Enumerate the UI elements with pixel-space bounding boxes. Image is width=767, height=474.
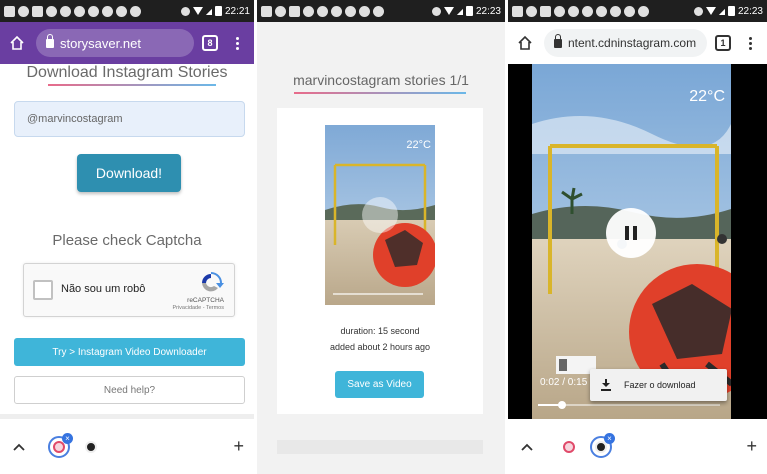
tab-thumb-instagram[interactable] [80, 436, 102, 458]
captcha-label: Não sou um robô [61, 283, 146, 295]
download-button[interactable]: Download! [77, 154, 181, 192]
video-player[interactable]: 22°C 0:02 / 0:15 Fazer o download [508, 64, 767, 420]
tab-switcher-button[interactable]: 1 [715, 35, 731, 51]
wifi-icon [192, 7, 203, 15]
address-bar[interactable]: ntent.cdninstagram.com [544, 29, 707, 57]
tab-thumb-storysaver[interactable]: × [48, 432, 73, 458]
username-input[interactable]: @marvincostagram [14, 101, 245, 137]
captcha-privacy-links[interactable]: Privacidade - Termos [172, 305, 224, 311]
notification-icons [261, 5, 432, 17]
next-card-edge [277, 440, 483, 454]
menu-icon[interactable] [739, 32, 761, 54]
chevron-up-icon[interactable] [10, 438, 28, 456]
status-time: 22:23 [475, 5, 501, 17]
lock-icon [46, 33, 54, 48]
save-as-video-button[interactable]: Save as Video [335, 371, 424, 398]
video-frame: 22°C 0:02 / 0:15 [532, 64, 731, 420]
browser-toolbar: ntent.cdninstagram.com 1 [508, 22, 767, 64]
home-icon[interactable] [6, 32, 28, 54]
tab-switcher-button[interactable]: 8 [202, 35, 218, 51]
tab-thumb-instagram[interactable]: × [590, 432, 615, 458]
circle-status-icon [180, 6, 190, 16]
stories-title: marvincostagram stories 1/1 [293, 72, 469, 88]
wifi-icon [443, 7, 454, 15]
story-thumbnail[interactable]: 22°C [325, 125, 435, 305]
download-icon [600, 379, 612, 391]
pause-button[interactable] [606, 208, 656, 258]
title-underline [48, 84, 216, 86]
recaptcha-logo-icon [202, 272, 224, 292]
new-tab-icon[interactable]: + [746, 436, 757, 457]
notification-icons [4, 5, 181, 17]
signal-icon: ◢ [205, 6, 212, 16]
browser-toolbar: storysaver.net 8 [0, 22, 254, 64]
captcha-prompt: Please check Captcha [52, 232, 202, 249]
video-timecode: 0:02 / 0:15 [540, 377, 588, 388]
recaptcha-widget: Não sou um robô reCAPTCHA Privacidade - … [23, 263, 235, 317]
new-tab-icon[interactable]: + [233, 436, 244, 457]
tab-thumb-storysaver[interactable] [558, 436, 580, 458]
browser-screen-storysaver: ◢ 22:21 storysaver.net 8 Download Instag… [0, 0, 254, 474]
story-added-time: added about 2 hours ago [329, 342, 431, 352]
bottom-tab-bar: × + [0, 419, 254, 474]
story-card: 22°C duration: 15 second added about 2 h… [277, 108, 483, 414]
close-tab-icon[interactable]: × [604, 432, 615, 444]
wifi-icon [705, 7, 716, 15]
pause-icon [625, 226, 629, 240]
beach-ball-image [325, 125, 435, 305]
home-icon[interactable] [514, 32, 536, 54]
story-duration: duration: 15 second [340, 326, 420, 336]
video-seekbar[interactable] [538, 401, 720, 409]
video-downloader-button[interactable]: Try > Instagram Video Downloader [14, 338, 245, 366]
status-bar: ◢ 22:23 [257, 0, 505, 22]
circle-status-icon [431, 6, 441, 16]
bottom-tab-bar: × + [508, 419, 767, 474]
seekbar-handle[interactable] [557, 401, 566, 409]
help-button[interactable]: Need help? [14, 376, 245, 404]
download-popup[interactable]: Fazer o download [590, 369, 727, 401]
video-temperature: 22°C [689, 88, 725, 105]
title-underline [294, 92, 466, 94]
battery-icon [727, 6, 735, 16]
video-player-screen: ◢ 22:23 ntent.cdninstagram.com 1 22°C 0:… [508, 0, 767, 474]
page-title: Download Instagram Stories [26, 64, 228, 81]
notification-icons [512, 5, 694, 17]
lock-icon [554, 33, 562, 48]
battery-icon [465, 6, 473, 16]
status-time: 22:21 [224, 5, 250, 17]
status-bar: ◢ 22:21 [0, 0, 254, 22]
signal-icon: ◢ [456, 6, 463, 16]
captcha-brand: reCAPTCHA [187, 297, 224, 304]
stories-result-screen: ◢ 22:23 marvincostagram stories 1/1 22°C… [257, 0, 505, 474]
battery-icon [214, 6, 222, 16]
status-bar: ◢ 22:23 [508, 0, 767, 22]
menu-icon[interactable] [226, 32, 248, 54]
download-popup-label: Fazer o download [624, 380, 696, 390]
story-temperature: 22°C [406, 139, 431, 151]
status-time: 22:23 [737, 5, 763, 17]
chevron-up-icon[interactable] [518, 438, 536, 456]
signal-icon: ◢ [718, 6, 725, 16]
url-text: ntent.cdninstagram.com [568, 36, 697, 50]
close-tab-icon[interactable]: × [62, 432, 73, 444]
url-text: storysaver.net [60, 35, 141, 51]
captcha-checkbox[interactable] [33, 280, 53, 300]
circle-status-icon [693, 6, 703, 16]
address-bar[interactable]: storysaver.net [36, 29, 194, 57]
